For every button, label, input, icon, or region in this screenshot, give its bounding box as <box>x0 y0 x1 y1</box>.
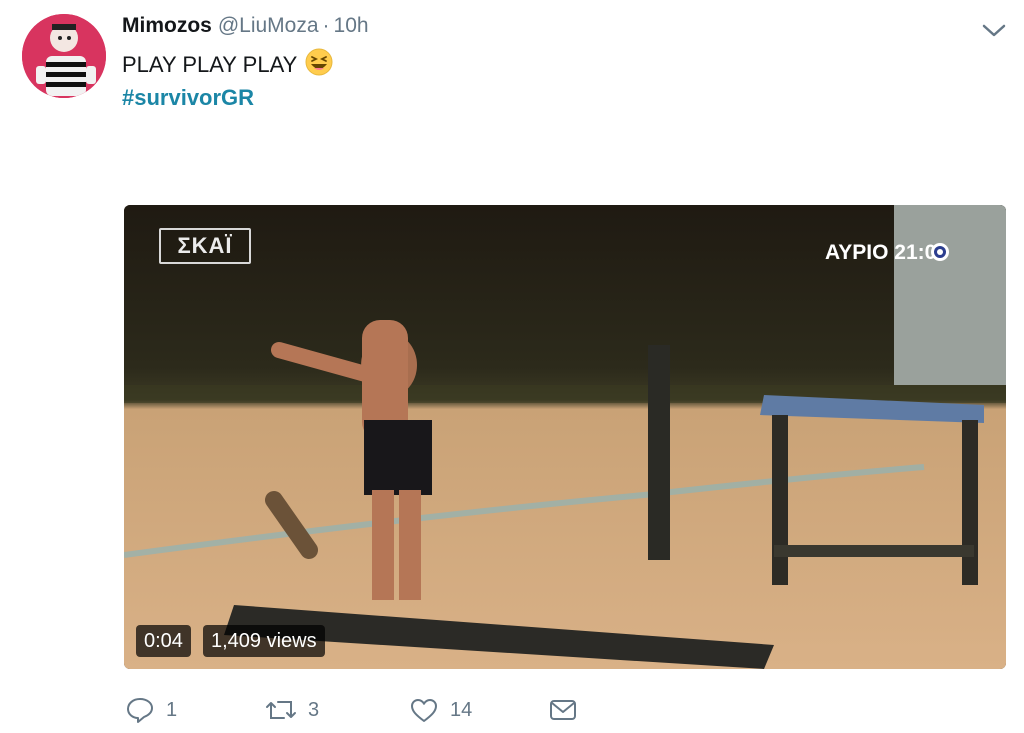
display-name[interactable]: Mimozos <box>122 14 212 38</box>
reply-count: 1 <box>166 698 178 721</box>
retweet-count: 3 <box>308 698 320 721</box>
like-count: 14 <box>450 698 473 721</box>
video-player[interactable]: ΣΚΑΪ ΑΥΡΙΟ 21:00 0:04 1,409 views <box>124 205 1006 669</box>
tweet-timestamp[interactable]: 10h <box>334 14 369 38</box>
like-button[interactable]: 14 <box>408 690 472 730</box>
envelope-icon <box>550 700 576 720</box>
hashtag-link[interactable]: #survivorGR <box>122 85 254 111</box>
tweet-text: PLAY PLAY PLAY <box>122 48 333 82</box>
separator: · <box>322 14 330 37</box>
retweet-icon <box>266 701 296 719</box>
live-dot-icon <box>931 243 949 261</box>
chevron-down-icon[interactable] <box>980 20 1008 42</box>
tweet-actions: 1 3 14 <box>124 690 584 730</box>
reply-icon <box>127 698 153 723</box>
tweet-header: Mimozos @LiuMoza · 10h <box>122 14 369 42</box>
avatar-image <box>22 14 106 98</box>
avatar[interactable] <box>22 14 106 98</box>
message-button[interactable] <box>548 690 578 730</box>
tweet-text-body: PLAY PLAY PLAY <box>122 52 298 77</box>
retweet-button[interactable]: 3 <box>264 690 319 730</box>
video-duration: 0:04 <box>136 625 191 657</box>
video-frame <box>124 205 1006 669</box>
laughing-emoji-icon <box>305 48 333 82</box>
reply-button[interactable]: 1 <box>124 690 177 730</box>
view-count: 1,409 views <box>203 625 325 657</box>
channel-logo: ΣΚΑΪ <box>159 228 251 264</box>
user-handle[interactable]: @LiuMoza <box>218 14 319 38</box>
heart-icon <box>411 699 437 722</box>
